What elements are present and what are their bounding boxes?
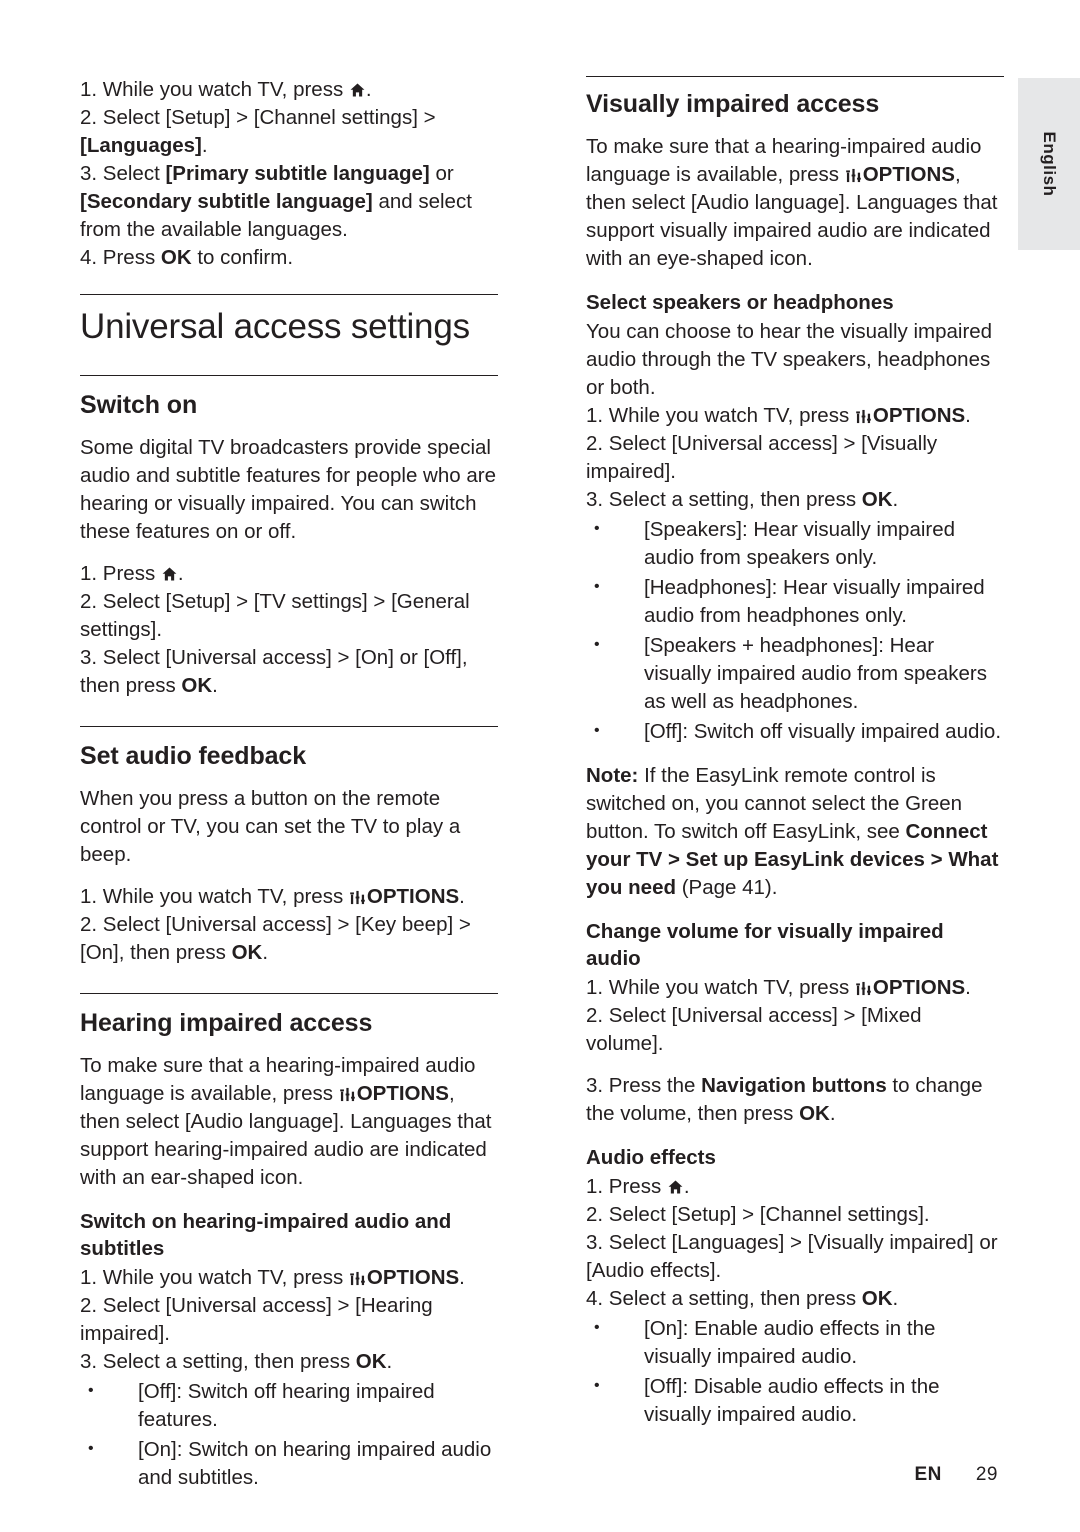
hearing-impaired-body: To make sure that a hearing-impaired aud… xyxy=(80,1054,492,1189)
footer-region: EN xyxy=(914,1464,942,1485)
options-icon xyxy=(350,890,365,905)
options-icon xyxy=(856,981,871,996)
speakers-body: You can choose to hear the visually impa… xyxy=(586,320,993,399)
page-footer: EN 29 xyxy=(0,1464,1080,1486)
switch-on-step-2: 2. Select [Setup] > [TV settings] > [Gen… xyxy=(80,590,470,641)
divider xyxy=(80,726,498,727)
intro-step-4: 4. Press OK to confirm. xyxy=(80,246,294,269)
audio-feedback-step-1: 1. While you watch TV, press OPTIONS. xyxy=(80,885,465,908)
switch-on-step-3: 3. Select [Universal access] > [On] or [… xyxy=(80,646,468,697)
list-item: [Headphones]: Hear visually impaired aud… xyxy=(586,573,1004,630)
section-switch-on: Switch on xyxy=(80,391,198,419)
easylink-note: Note: If the EasyLink remote control is … xyxy=(586,764,999,899)
audio-effects-step-2: 2. Select [Setup] > [Channel settings]. xyxy=(586,1203,930,1226)
document-page: English 1. While you watch TV, press . 2… xyxy=(0,0,1080,1532)
intro-step-3: 3. Select [Primary subtitle language] or… xyxy=(80,162,472,241)
visually-impaired-options: [Speakers]: Hear visually impaired audio… xyxy=(586,515,1004,746)
intro-step-1: 1. While you watch TV, press . xyxy=(80,78,372,101)
hearing-impaired-step-1: 1. While you watch TV, press OPTIONS. xyxy=(80,1266,465,1289)
list-item: [Speakers]: Hear visually impaired audio… xyxy=(586,515,1004,572)
audio-effects-heading: Audio effects xyxy=(586,1146,716,1169)
volume-step-3: 3. Press the Navigation buttons to chang… xyxy=(586,1074,983,1125)
volume-step-1: 1. While you watch TV, press OPTIONS. xyxy=(586,976,971,999)
intro-step-2: 2. Select [Setup] > [Channel settings] >… xyxy=(80,106,436,157)
section-audio-feedback: Set audio feedback xyxy=(80,742,307,770)
audio-feedback-step-2: 2. Select [Universal access] > [Key beep… xyxy=(80,913,471,964)
visually-impaired-step-3: 3. Select a setting, then press OK. xyxy=(586,488,899,511)
divider xyxy=(80,294,498,295)
options-icon xyxy=(856,409,871,424)
visually-impaired-body: To make sure that a hearing-impaired aud… xyxy=(586,135,998,270)
options-icon xyxy=(845,168,861,183)
volume-step-2: 2. Select [Universal access] > [Mixed vo… xyxy=(586,1004,922,1055)
divider xyxy=(586,76,1004,77)
switch-on-step-1: 1. Press . xyxy=(80,562,184,585)
divider xyxy=(80,993,498,994)
right-column: Visually impaired access To make sure th… xyxy=(586,76,1004,1431)
audio-effects-options: [On]: Enable audio effects in the visual… xyxy=(586,1314,1004,1429)
home-icon xyxy=(668,1180,683,1194)
footer-page-number: 29 xyxy=(975,1464,998,1485)
section-hearing-impaired: Hearing impaired access xyxy=(80,1009,373,1037)
left-column: 1. While you watch TV, press . 2. Select… xyxy=(80,76,498,1494)
home-icon xyxy=(350,83,365,97)
switch-on-body: Some digital TV broadcasters provide spe… xyxy=(80,436,496,543)
home-icon xyxy=(162,567,177,581)
divider xyxy=(80,375,498,376)
options-icon xyxy=(339,1087,355,1102)
hearing-impaired-subheading: Switch on hearing-impaired audio and sub… xyxy=(80,1210,452,1260)
volume-subheading: Change volume for visually impaired audi… xyxy=(586,920,944,970)
visually-impaired-step-2: 2. Select [Universal access] > [Visually… xyxy=(586,432,938,483)
list-item: [Off]: Disable audio effects in the visu… xyxy=(586,1372,1004,1429)
audio-effects-step-3: 3. Select [Languages] > [Visually impair… xyxy=(586,1231,998,1282)
visually-impaired-step-1: 1. While you watch TV, press OPTIONS. xyxy=(586,404,971,427)
audio-effects-step-4: 4. Select a setting, then press OK. xyxy=(586,1287,899,1310)
language-tab: English xyxy=(1018,78,1080,250)
audio-effects-step-1: 1. Press . xyxy=(586,1175,690,1198)
list-item: [Off]: Switch off hearing impaired featu… xyxy=(80,1377,498,1434)
chapter-title: Universal access settings xyxy=(80,307,470,346)
language-tab-label: English xyxy=(1040,131,1059,197)
list-item: [Off]: Switch off visually impaired audi… xyxy=(586,717,1004,746)
options-icon xyxy=(350,1271,365,1286)
audio-feedback-body: When you press a button on the remote co… xyxy=(80,787,461,866)
speakers-subheading: Select speakers or headphones xyxy=(586,291,894,314)
section-visually-impaired: Visually impaired access xyxy=(586,90,880,118)
list-item: [Speakers + headphones]: Hear visually i… xyxy=(586,631,1004,716)
hearing-impaired-step-3: 3. Select a setting, then press OK. xyxy=(80,1350,393,1373)
list-item: [On]: Enable audio effects in the visual… xyxy=(586,1314,1004,1371)
hearing-impaired-step-2: 2. Select [Universal access] > [Hearing … xyxy=(80,1294,433,1345)
